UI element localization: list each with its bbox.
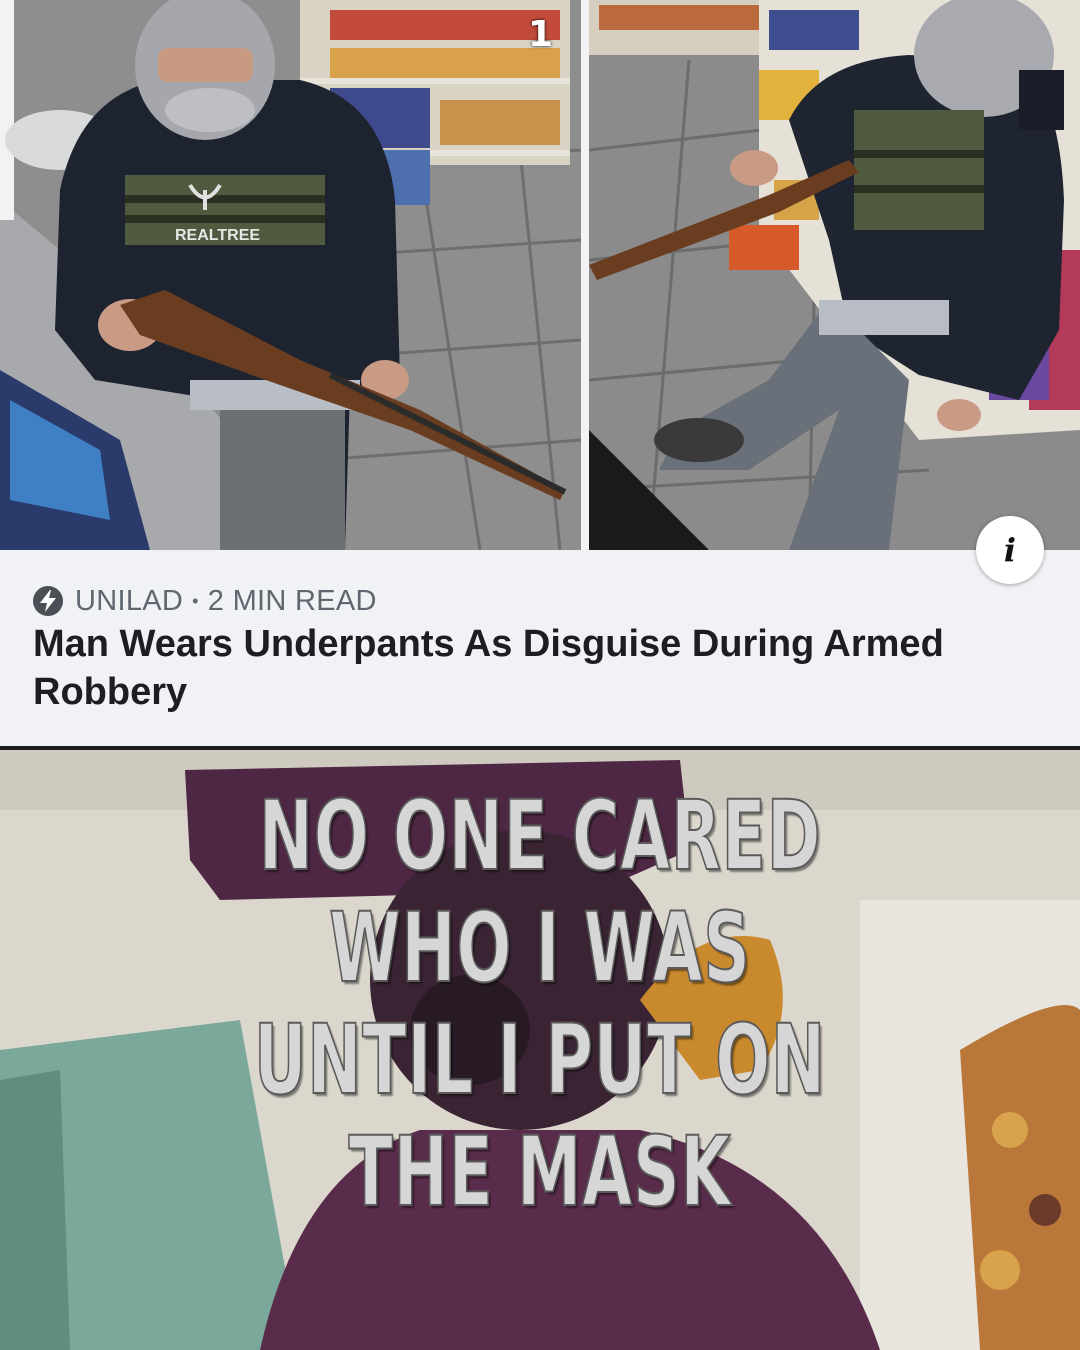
frame-number-label: 1 bbox=[528, 14, 554, 55]
info-button[interactable]: i bbox=[976, 516, 1044, 584]
cctv-frame-right bbox=[589, 0, 1080, 550]
shirt-brand-text: REALTREE bbox=[175, 227, 260, 244]
article-image[interactable]: REALTREE 1 bbox=[0, 0, 1080, 550]
article-headline[interactable]: Man Wears Underpants As Disguise During … bbox=[33, 620, 1033, 716]
meme-caption-line: NO ONE CARED bbox=[258, 779, 822, 893]
cctv-frame-left: REALTREE bbox=[0, 0, 581, 550]
meme-caption-line: THE MASK bbox=[348, 1115, 732, 1229]
meme-caption-line: UNTIL I PUT ON bbox=[253, 1003, 827, 1117]
lightning-bolt-icon bbox=[33, 586, 63, 616]
info-icon: i bbox=[1003, 531, 1017, 569]
meme-caption-line: WHO I WAS bbox=[328, 891, 751, 1005]
frame-divider bbox=[581, 0, 589, 550]
meta-separator: • bbox=[192, 590, 199, 611]
article-source[interactable]: UNILAD bbox=[75, 585, 183, 618]
article-read-time: 2 MIN READ bbox=[207, 584, 377, 617]
article-meta: UNILAD • 2 MIN READ bbox=[33, 585, 377, 617]
meme-caption: NO ONE CARED WHO I WAS UNTIL I PUT ON TH… bbox=[150, 779, 930, 1229]
